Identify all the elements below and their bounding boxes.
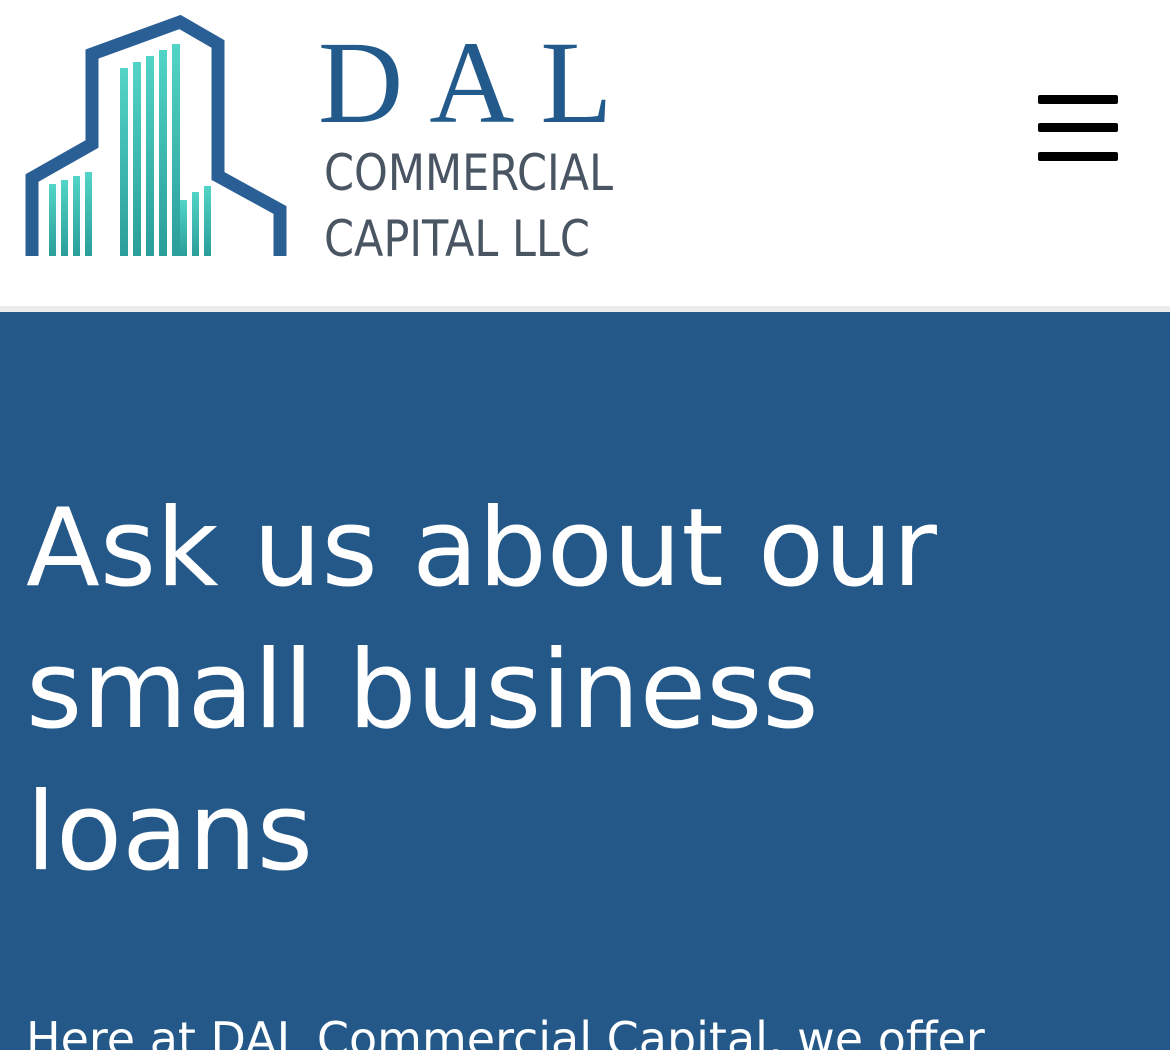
logo-subtitle-line1: COMMERCIAL [324, 144, 614, 202]
site-header: DAL COMMERCIAL CAPITAL LLC [0, 0, 1170, 306]
hero-title: Ask us about our small business loans [26, 486, 937, 895]
site-logo[interactable]: DAL COMMERCIAL CAPITAL LLC [22, 14, 682, 274]
hero-section: Ask us about our small business loans He… [0, 312, 1170, 1050]
menu-bar-bottom [1038, 152, 1118, 161]
hero-body-text: Here at DAL Commercial Capital, we offer [26, 1012, 985, 1050]
menu-bar-middle [1038, 123, 1118, 132]
menu-bar-top [1038, 95, 1118, 104]
hamburger-menu-icon[interactable] [1032, 90, 1124, 166]
building-icon [25, 14, 287, 256]
logo-wordmark: DAL [318, 17, 639, 148]
logo-subtitle-line2: CAPITAL LLC [324, 210, 590, 268]
